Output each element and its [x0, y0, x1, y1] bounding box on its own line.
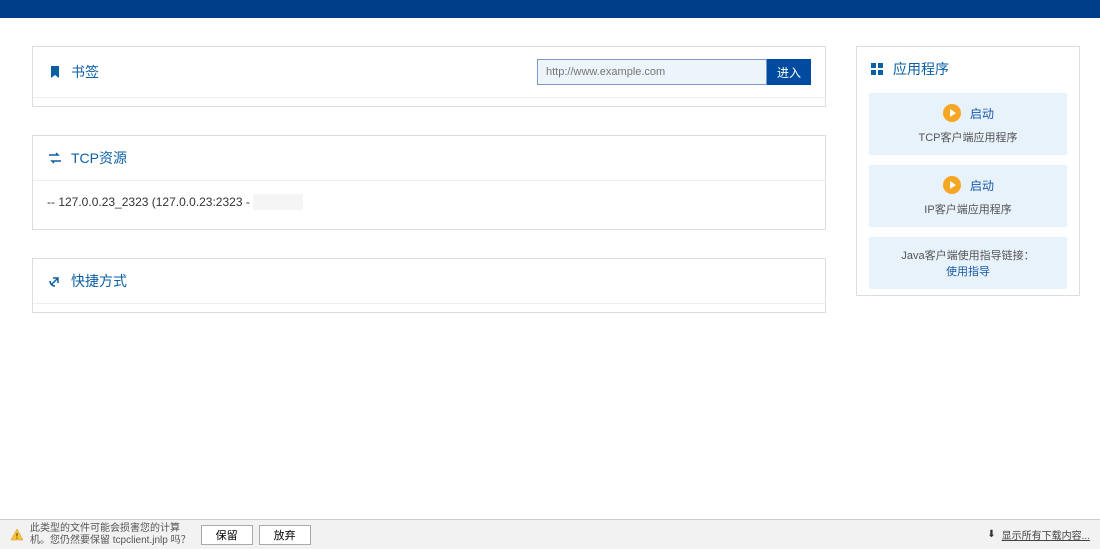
- download-warn-line1: 此类型的文件可能会损害您的计算: [30, 523, 191, 535]
- share-icon: [47, 273, 63, 289]
- tcp-title: TCP资源: [71, 148, 127, 168]
- warning-icon: [10, 528, 24, 542]
- app-sub-label: TCP客户端应用程序: [877, 129, 1059, 145]
- discard-button[interactable]: 放弃: [259, 525, 311, 545]
- keep-button[interactable]: 保留: [201, 525, 253, 545]
- arrow-down-icon: ⬇: [987, 529, 995, 540]
- transfer-icon: [47, 150, 63, 166]
- left-column: 书签 进入 TCP资源 -- 127.0.0.23_2323 (127.0.0.…: [32, 46, 826, 341]
- app-card-tcp-row: 启动: [877, 103, 1059, 123]
- tcp-panel: TCP资源 -- 127.0.0.23_2323 (127.0.0.23:232…: [32, 135, 826, 230]
- bookmarks-panel: 书签 进入: [32, 46, 826, 107]
- app-card-ip[interactable]: 启动 IP客户端应用程序: [869, 165, 1067, 227]
- tcp-item-faded: [253, 194, 302, 210]
- enter-button[interactable]: 进入: [767, 59, 811, 85]
- apps-panel: 应用程序 启动 TCP客户端应用程序 启动 IP客户端应: [856, 46, 1080, 296]
- shortcut-title: 快捷方式: [71, 271, 127, 291]
- app-card-tcp[interactable]: 启动 TCP客户端应用程序: [869, 93, 1067, 155]
- right-column: 应用程序 启动 TCP客户端应用程序 启动 IP客户端应: [856, 46, 1080, 341]
- shortcut-panel: 快捷方式: [32, 258, 826, 313]
- main-container: 书签 进入 TCP资源 -- 127.0.0.23_2323 (127.0.0.…: [0, 18, 1100, 341]
- bookmarks-header: 书签 进入: [33, 47, 825, 98]
- shortcut-body: [33, 304, 825, 312]
- bookmarks-title-wrap: 书签: [47, 62, 537, 82]
- tcp-item[interactable]: -- 127.0.0.23_2323 (127.0.0.23:2323 -: [47, 191, 811, 213]
- app-launch-label: 启动: [970, 177, 994, 194]
- apps-title: 应用程序: [893, 59, 949, 79]
- url-input[interactable]: [537, 59, 767, 85]
- app-launch-label: 启动: [970, 105, 994, 122]
- download-right: ⬇ 显示所有下载内容...: [987, 527, 1090, 542]
- shortcut-header: 快捷方式: [33, 259, 825, 304]
- bookmarks-body: [33, 98, 825, 106]
- bookmarks-title: 书签: [71, 62, 99, 82]
- app-card-ip-row: 启动: [877, 175, 1059, 195]
- play-icon: [942, 103, 962, 123]
- tcp-header: TCP资源: [33, 136, 825, 181]
- app-sub-label: IP客户端应用程序: [877, 201, 1059, 217]
- tcp-body: -- 127.0.0.23_2323 (127.0.0.23:2323 -: [33, 181, 825, 229]
- bookmark-icon: [47, 64, 63, 80]
- java-hint: Java客户端使用指导链接：: [877, 247, 1059, 263]
- top-bar: [0, 0, 1100, 18]
- download-bar: 此类型的文件可能会损害您的计算 机。您仍然要保留 tcpclient.jnlp …: [0, 519, 1100, 549]
- tcp-item-prefix: -- 127.0.0.23_2323 (127.0.0.23:2323 -: [47, 195, 253, 209]
- download-warning-text: 此类型的文件可能会损害您的计算 机。您仍然要保留 tcpclient.jnlp …: [30, 523, 191, 547]
- java-guide-link[interactable]: 使用指导: [946, 266, 990, 278]
- apps-header: 应用程序: [869, 59, 1067, 79]
- show-all-downloads-link[interactable]: 显示所有下载内容...: [1002, 527, 1090, 542]
- download-warn-line2: 机。您仍然要保留 tcpclient.jnlp 吗？: [30, 535, 191, 547]
- play-icon: [942, 175, 962, 195]
- apps-icon: [869, 61, 885, 77]
- app-card-java: Java客户端使用指导链接： 使用指导: [869, 237, 1067, 289]
